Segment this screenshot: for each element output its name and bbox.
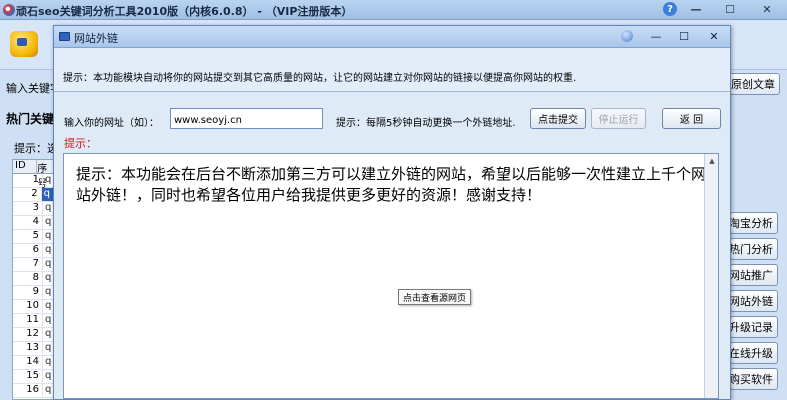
table-row[interactable]: 7q [13,258,53,272]
dialog-minimize-button[interactable]: — [648,29,664,44]
main-title-bar: 顽石seo关键词分析工具2010版（内核6.0.8） - （VIP注册版本） ?… [0,0,787,20]
backlink-dialog: 网站外链 — ☐ ✕ 提示：本功能模块自动将你的网站提交到其它高质量的网站，让它… [53,25,731,400]
main-window-controls: ? — ☐ ✕ [661,0,787,20]
table-header: ID 序号 [13,160,53,190]
hot-analysis-button[interactable]: 热门分析 [730,238,778,260]
url-input[interactable] [170,108,323,129]
view-source-tooltip: 点击查看源网页 [398,289,472,305]
back-button[interactable]: 返 回 [662,108,721,129]
app-icon [3,4,15,16]
message-text: 提示：本功能会在后台不断添加第三方可以建立外链的网站，希望以后能够一次性建立上千… [76,165,707,204]
site-promotion-button[interactable]: 网站推广 [730,264,778,286]
table-row[interactable]: 13 q [13,342,53,356]
table-row[interactable]: 1q [13,174,53,188]
buy-software-button[interactable]: 购买软件 [730,368,778,390]
table-row[interactable]: 6q [13,244,53,258]
dialog-maximize-button[interactable]: ☐ [676,29,692,44]
url-control-row: 输入你的网址（如）： 提示：每隔5秒钟自动更换一个外链地址. 点击提交 停止运行… [54,92,730,136]
status-tip-label: 提示： [64,137,97,150]
notice-panel: 提示：本功能模块自动将你的网站提交到其它高质量的网站，让它的网站建立对你网站的链… [54,48,730,92]
table-row[interactable]: 10 q [13,300,53,314]
table-row[interactable]: 12 q [13,328,53,342]
online-upgrade-button[interactable]: 在线升级 [730,342,778,364]
table-row[interactable]: 8q [13,272,53,286]
table-row[interactable]: 5q [13,230,53,244]
interval-tip: 提示：每隔5秒钟自动更换一个外链地址. [336,118,516,129]
scroll-up-icon[interactable]: ▲ [705,154,718,167]
dialog-title: 网站外链 [74,32,118,45]
table-row[interactable]: 4q [13,216,53,230]
dialog-title-bar[interactable]: 网站外链 — ☐ ✕ [54,26,730,48]
keyword-table[interactable]: ID 序号 1q 2q 3q 4q 5q 6q 7q 8q 9q 10 q 11 q… [12,159,54,400]
table-row[interactable]: 11 q [13,314,53,328]
main-window-title: 顽石seo关键词分析工具2010版（内核6.0.8） - （VIP注册版本） [16,5,353,18]
dialog-window-icon [59,32,70,41]
submit-button[interactable]: 点击提交 [530,108,586,129]
taobao-analysis-button[interactable]: 淘宝分析 [730,212,778,234]
url-label: 输入你的网址（如）： [64,118,159,129]
minimize-button[interactable]: — [679,0,713,18]
vertical-scrollbar[interactable]: ▲ [704,154,718,398]
table-row[interactable]: 14 q [13,356,53,370]
notice-text: 提示：本功能模块自动将你的网站提交到其它高质量的网站，让它的网站建立对你网站的链… [63,73,577,84]
pin-icon[interactable] [621,30,633,42]
table-row[interactable]: 15 q [13,370,53,384]
table-row[interactable]: 16 q [13,384,53,398]
help-icon: ? [663,2,677,16]
update-log-button[interactable]: 升级记录 [730,316,778,338]
column-header-index[interactable]: 序号 [37,160,53,190]
original-article-button[interactable]: 原创文章 [728,73,780,95]
hot-keywords-label: 热门关键 [6,112,55,126]
site-backlink-button[interactable]: 网站外链 [730,290,778,312]
maximize-button[interactable]: ☐ [713,0,747,18]
dialog-close-button[interactable]: ✕ [706,29,722,44]
table-row[interactable]: 9q [13,286,53,300]
stop-button[interactable]: 停止运行 [591,108,646,129]
table-row[interactable]: 3q [13,202,53,216]
table-row[interactable]: 2q [13,188,53,202]
column-header-id[interactable]: ID [13,160,38,173]
message-area[interactable]: 提示：本功能会在后台不断添加第三方可以建立外链的网站，希望以后能够一次性建立上千… [63,153,719,399]
app-logo-icon [8,29,42,59]
close-button[interactable]: ✕ [747,0,787,18]
help-button[interactable]: ? [661,0,679,18]
